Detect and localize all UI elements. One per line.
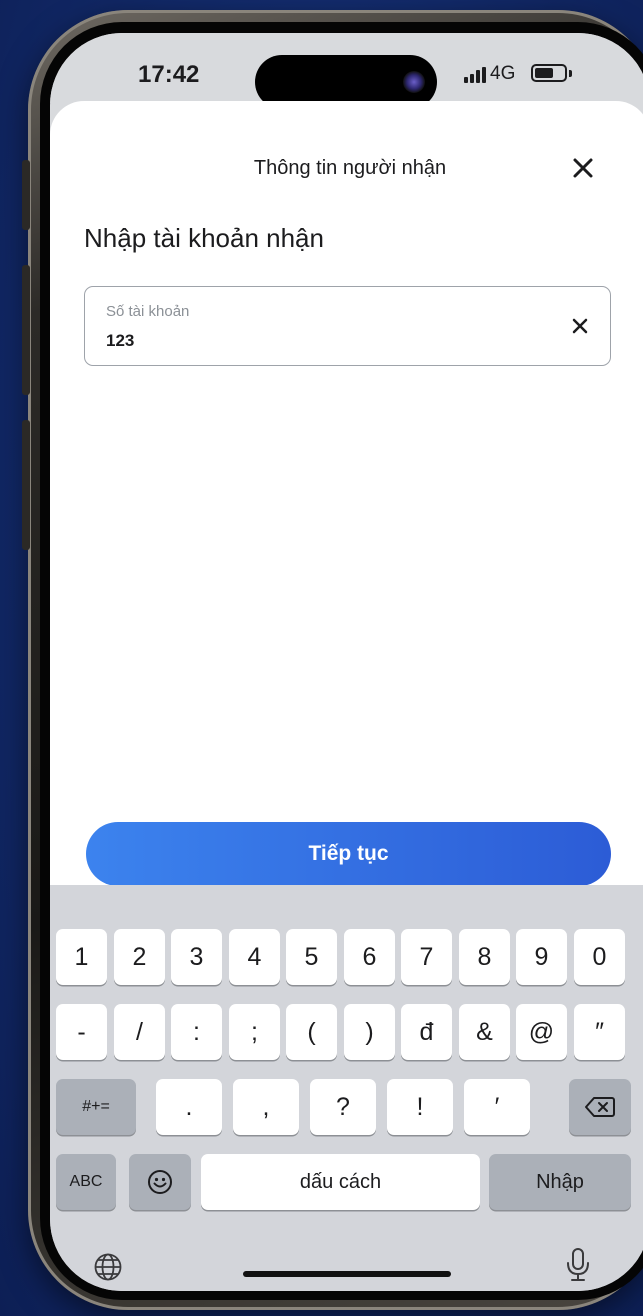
- volume-down-button: [22, 420, 30, 550]
- key-9[interactable]: 9: [516, 929, 567, 985]
- emoji-key[interactable]: [129, 1154, 191, 1210]
- key-double-prime[interactable]: ″: [574, 1004, 625, 1060]
- return-key[interactable]: Nhập: [489, 1154, 631, 1210]
- key-4[interactable]: 4: [229, 929, 280, 985]
- section-title: Nhập tài khoản nhận: [84, 223, 324, 253]
- key-d-stroke[interactable]: đ: [401, 1004, 452, 1060]
- key-open-paren[interactable]: (: [286, 1004, 337, 1060]
- sheet-title: Thông tin người nhận: [253, 157, 447, 179]
- key-6[interactable]: 6: [344, 929, 395, 985]
- key-exclamation[interactable]: !: [387, 1079, 453, 1135]
- key-1[interactable]: 1: [56, 929, 107, 985]
- globe-button[interactable]: [88, 1247, 128, 1287]
- clear-icon: [572, 318, 588, 334]
- key-close-paren[interactable]: ): [344, 1004, 395, 1060]
- key-0[interactable]: 0: [574, 929, 625, 985]
- key-prime[interactable]: ′: [464, 1079, 530, 1135]
- key-3[interactable]: 3: [171, 929, 222, 985]
- key-hyphen[interactable]: -: [56, 1004, 107, 1060]
- key-question[interactable]: ?: [310, 1079, 376, 1135]
- key-comma[interactable]: ,: [233, 1079, 299, 1135]
- key-at[interactable]: @: [516, 1004, 567, 1060]
- account-number-value[interactable]: 123: [106, 331, 134, 351]
- space-key[interactable]: dấu cách: [201, 1154, 480, 1210]
- backspace-key[interactable]: [569, 1079, 631, 1135]
- key-ampersand[interactable]: &: [459, 1004, 510, 1060]
- key-8[interactable]: 8: [459, 929, 510, 985]
- status-bar: 17:42 4G: [50, 33, 643, 109]
- account-number-field[interactable]: Số tài khoản 123: [84, 286, 611, 366]
- battery-icon: [531, 64, 567, 82]
- silent-switch: [22, 160, 30, 230]
- key-semicolon[interactable]: ;: [229, 1004, 280, 1060]
- globe-icon: [94, 1253, 122, 1281]
- camera-icon: [403, 71, 425, 93]
- microphone-icon: [567, 1248, 589, 1281]
- network-type: 4G: [490, 63, 516, 84]
- account-number-label: Số tài khoản: [106, 303, 190, 320]
- key-colon[interactable]: :: [171, 1004, 222, 1060]
- key-slash[interactable]: /: [114, 1004, 165, 1060]
- close-button[interactable]: [566, 151, 600, 185]
- keyboard: 1 2 3 4 5 6 7 8 9 0 - / : ; ( ) đ & @ ″ …: [50, 885, 643, 1291]
- home-indicator: [243, 1271, 451, 1277]
- key-period[interactable]: .: [156, 1079, 222, 1135]
- battery-tip: [569, 70, 572, 77]
- signal-icon: [464, 67, 486, 83]
- continue-button[interactable]: Tiếp tục: [86, 822, 611, 886]
- microphone-button[interactable]: [558, 1243, 598, 1287]
- emoji-icon: [148, 1170, 172, 1194]
- phone-screen: 17:42 4G Thông tin người nhận Nhập tài k…: [50, 33, 643, 1291]
- key-abc[interactable]: ABC: [56, 1154, 116, 1210]
- clear-input-button[interactable]: [565, 311, 595, 341]
- status-time: 17:42: [138, 61, 200, 88]
- recipient-sheet: Thông tin người nhận Nhập tài khoản nhận…: [50, 101, 643, 891]
- backspace-icon: [585, 1097, 615, 1117]
- close-icon: [573, 158, 593, 178]
- key-2[interactable]: 2: [114, 929, 165, 985]
- key-more-symbols[interactable]: #+=: [56, 1079, 136, 1135]
- key-5[interactable]: 5: [286, 929, 337, 985]
- volume-up-button: [22, 265, 30, 395]
- key-7[interactable]: 7: [401, 929, 452, 985]
